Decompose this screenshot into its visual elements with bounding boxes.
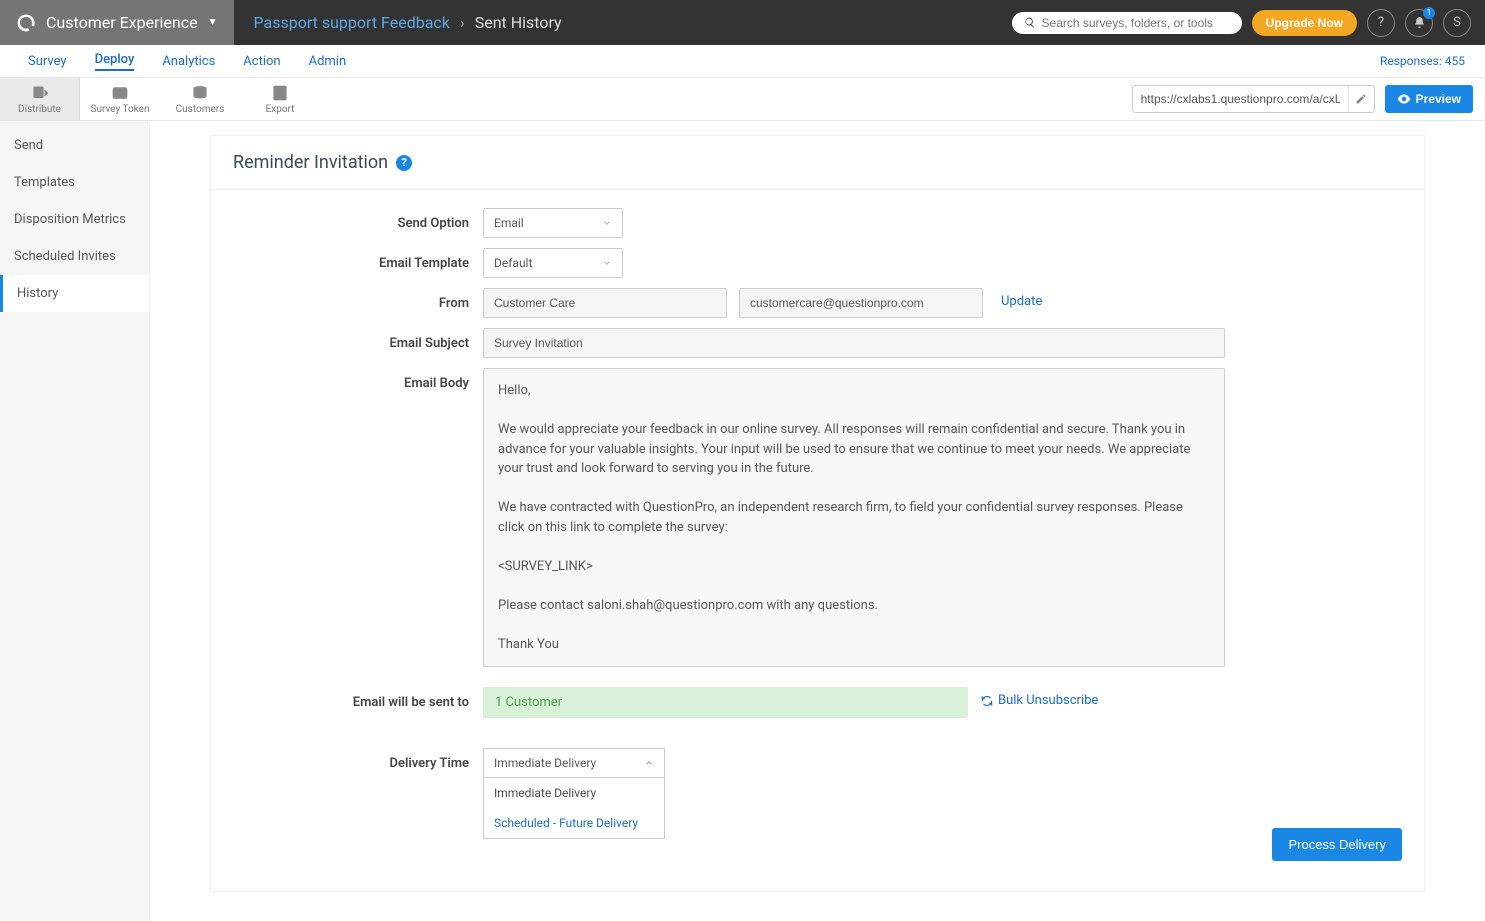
responses-count[interactable]: Responses: 455 — [1380, 54, 1471, 68]
edit-url-button[interactable] — [1348, 86, 1374, 112]
nav-deploy[interactable]: Deploy — [81, 45, 149, 77]
eye-icon — [1397, 94, 1411, 104]
toolbar: Distribute Survey Token Customers Export… — [0, 78, 1485, 121]
search-input-wrap[interactable] — [1012, 12, 1242, 34]
label-email-template: Email Template — [233, 248, 483, 278]
email-body-textarea[interactable]: Hello, We would appreciate your feedback… — [483, 368, 1225, 667]
upgrade-button[interactable]: Upgrade Now — [1252, 10, 1357, 36]
row-email-template: Email Template Default — [233, 248, 1402, 278]
sidenav-item-send[interactable]: Send — [0, 127, 149, 164]
nav-analytics[interactable]: Analytics — [148, 45, 229, 77]
search-input[interactable] — [1042, 16, 1230, 30]
nav-survey[interactable]: Survey — [14, 45, 81, 77]
row-delivery-time: Delivery Time Immediate Delivery Immedia… — [233, 748, 1402, 778]
subject-input[interactable] — [483, 328, 1225, 358]
update-link[interactable]: Update — [1001, 288, 1042, 309]
help-button[interactable]: ? — [1367, 9, 1395, 37]
label-sent-to: Email will be sent to — [233, 687, 483, 718]
breadcrumb-link[interactable]: Passport support Feedback — [254, 13, 450, 32]
nav-action[interactable]: Action — [229, 45, 294, 77]
chevron-down-icon — [602, 258, 612, 268]
sidenav-item-disposition[interactable]: Disposition Metrics — [0, 201, 149, 238]
row-sent-to: Email will be sent to 1 Customer Bulk Un… — [233, 687, 1402, 718]
from-email-input[interactable] — [739, 288, 983, 318]
tool-distribute[interactable]: Distribute — [0, 78, 80, 120]
row-body: Email Body Hello, We would appreciate yo… — [233, 368, 1402, 667]
distribute-icon — [30, 84, 50, 102]
send-option-select[interactable]: Email — [483, 208, 623, 238]
bulk-unsubscribe-link[interactable]: Bulk Unsubscribe — [980, 687, 1098, 708]
delivery-option-immediate[interactable]: Immediate Delivery — [484, 778, 664, 808]
breadcrumb-current: Sent History — [475, 13, 562, 32]
card-header: Reminder Invitation ? — [211, 136, 1424, 190]
search-icon — [1024, 16, 1036, 29]
unsubscribe-icon — [980, 694, 994, 708]
breadcrumb: Passport support Feedback › Sent History — [234, 13, 582, 32]
avatar-label: S — [1453, 15, 1461, 30]
row-from: From Update — [233, 288, 1402, 318]
customers-icon — [190, 84, 210, 102]
token-icon — [110, 84, 130, 102]
preview-button[interactable]: Preview — [1385, 85, 1473, 113]
label-subject: Email Subject — [233, 328, 483, 358]
label-body: Email Body — [233, 368, 483, 667]
process-delivery-button[interactable]: Process Delivery — [1272, 828, 1402, 861]
delivery-time-select[interactable]: Immediate Delivery — [483, 748, 665, 778]
chevron-down-icon — [602, 218, 612, 228]
survey-url-input[interactable] — [1133, 92, 1348, 106]
help-icon: ? — [1378, 15, 1384, 30]
chevron-down-icon: ▼ — [208, 17, 218, 28]
body-wrap: Send Templates Disposition Metrics Sched… — [0, 121, 1485, 921]
row-subject: Email Subject — [233, 328, 1402, 358]
sidenav-item-scheduled[interactable]: Scheduled Invites — [0, 238, 149, 275]
label-from: From — [233, 288, 483, 318]
nav-admin[interactable]: Admin — [295, 45, 361, 77]
label-send-option: Send Option — [233, 208, 483, 238]
email-template-select[interactable]: Default — [483, 248, 623, 278]
avatar[interactable]: S — [1443, 9, 1471, 37]
tool-customers[interactable]: Customers — [160, 78, 240, 120]
reminder-card: Reminder Invitation ? Send Option Email … — [210, 135, 1425, 892]
bell-icon — [1413, 16, 1426, 29]
tool-survey-token[interactable]: Survey Token — [80, 78, 160, 120]
main-nav: Survey Deploy Analytics Action Admin Res… — [0, 45, 1485, 78]
brand-dropdown[interactable]: Customer Experience ▼ — [0, 0, 234, 45]
recipient-count[interactable]: 1 Customer — [483, 687, 968, 718]
survey-url-box — [1132, 85, 1375, 113]
tool-export[interactable]: Export — [240, 78, 320, 120]
delivery-option-scheduled[interactable]: Scheduled - Future Delivery — [484, 808, 664, 838]
sidenav-item-history[interactable]: History — [0, 275, 149, 312]
from-name-input[interactable] — [483, 288, 727, 318]
reminder-form: Send Option Email Email Template Default — [211, 190, 1424, 891]
content: Reminder Invitation ? Send Option Email … — [150, 121, 1485, 921]
chevron-up-icon — [644, 758, 654, 768]
sidenav-item-templates[interactable]: Templates — [0, 164, 149, 201]
delivery-time-dropdown: Immediate Delivery Scheduled - Future De… — [483, 778, 665, 839]
notifications-button[interactable]: 1 — [1405, 9, 1433, 37]
topbar: Customer Experience ▼ Passport support F… — [0, 0, 1485, 45]
brand-title: Customer Experience — [46, 13, 198, 32]
row-send-option: Send Option Email — [233, 208, 1402, 238]
delivery-time-wrap: Immediate Delivery Immediate Delivery Sc… — [483, 748, 665, 778]
sidenav: Send Templates Disposition Metrics Sched… — [0, 121, 150, 921]
card-title: Reminder Invitation — [233, 152, 388, 173]
help-icon[interactable]: ? — [396, 155, 412, 171]
export-icon — [270, 84, 290, 102]
label-delivery-time: Delivery Time — [233, 748, 483, 778]
notification-badge: 1 — [1423, 7, 1435, 19]
breadcrumb-sep: › — [460, 13, 465, 32]
logo-icon — [16, 13, 36, 33]
topbar-right: Upgrade Now ? 1 S — [998, 9, 1485, 37]
pencil-icon — [1355, 93, 1367, 105]
